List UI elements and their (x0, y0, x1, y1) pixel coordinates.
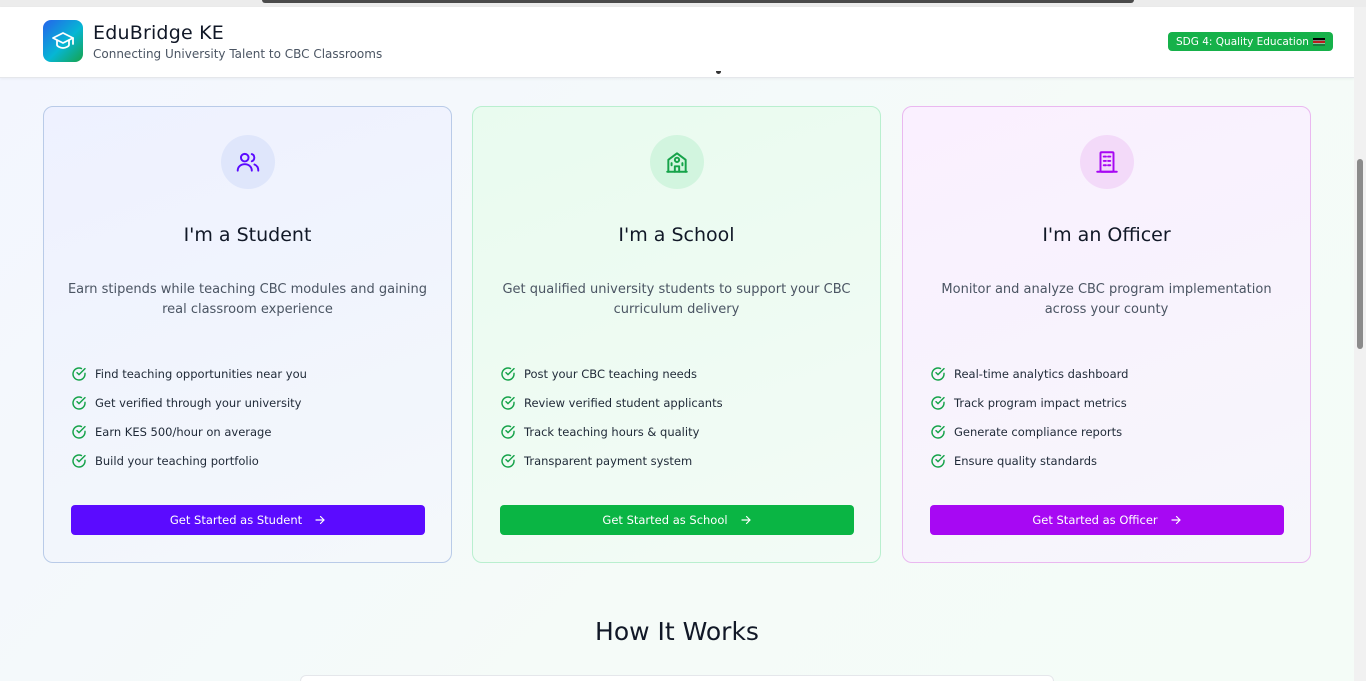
school-card-title: I'm a School (618, 224, 735, 246)
list-item: Track program impact metrics (930, 388, 1128, 417)
list-item: Generate compliance reports (930, 417, 1128, 446)
feature-label: Track program impact metrics (954, 395, 1127, 410)
list-item: Build your teaching portfolio (71, 446, 307, 475)
list-item: Earn KES 500/hour on average (71, 417, 307, 446)
check-circle-icon (931, 453, 945, 468)
check-circle-icon (501, 395, 515, 410)
arrow-right-icon (1171, 515, 1181, 525)
feature-label: Post your CBC teaching needs (524, 366, 698, 381)
check-circle-icon (501, 424, 515, 439)
site-header: EduBridge KE Connecting University Talen… (0, 7, 1354, 78)
school-building-icon (650, 135, 704, 189)
kenya-flag-icon (1312, 37, 1325, 46)
feature-label: Ensure quality standards (954, 453, 1098, 468)
feature-label: Generate compliance reports (954, 424, 1123, 439)
graduation-cap-icon[interactable] (43, 20, 83, 62)
school-card: I'm a School Get qualified university st… (472, 106, 881, 563)
users-icon (221, 135, 275, 189)
student-card-description: Earn stipends while teaching CBC modules… (67, 282, 428, 317)
list-item: Get verified through your university (71, 388, 307, 417)
check-circle-icon (501, 366, 515, 381)
feature-label: Transparent payment system (524, 453, 693, 468)
how-it-works-card (300, 675, 1054, 681)
feature-label: Earn KES 500/hour on average (95, 424, 272, 439)
school-feature-list: Post your CBC teaching needs Review veri… (500, 359, 723, 475)
feature-label: Review verified student applicants (524, 395, 723, 410)
student-card-title: I'm a Student (183, 224, 312, 246)
browser-top-strip (0, 0, 1366, 7)
check-circle-icon (72, 366, 86, 381)
browser-tab-indicator (262, 0, 1134, 3)
check-circle-icon (931, 395, 945, 410)
check-circle-icon (931, 424, 945, 439)
cta-label: Get Started as School (602, 513, 728, 527)
site-subtitle: Connecting University Talent to CBC Clas… (93, 47, 383, 61)
check-circle-icon (72, 453, 86, 468)
student-feature-list: Find teaching opportunities near you Get… (71, 359, 307, 475)
school-card-description: Get qualified university students to sup… (502, 282, 851, 317)
officer-card-description: Monitor and analyze CBC program implemen… (941, 282, 1272, 317)
student-card: I'm a Student Earn stipends while teachi… (43, 106, 452, 563)
office-building-icon (1080, 135, 1134, 189)
list-item: Ensure quality standards (930, 446, 1128, 475)
check-circle-icon (501, 453, 515, 468)
sdg-badge-label: SDG 4: Quality Education (1176, 35, 1309, 48)
section-title-peek (716, 71, 726, 77)
list-item: Real-time analytics dashboard (930, 359, 1128, 388)
get-started-student-button[interactable]: Get Started as Student (71, 505, 425, 535)
feature-label: Build your teaching portfolio (95, 453, 259, 468)
list-item: Transparent payment system (500, 446, 723, 475)
check-circle-icon (72, 424, 86, 439)
arrow-right-icon (315, 515, 325, 525)
list-item: Find teaching opportunities near you (71, 359, 307, 388)
arrow-right-icon (740, 515, 751, 525)
sdg-badge: SDG 4: Quality Education (1168, 32, 1333, 51)
check-circle-icon (931, 366, 945, 381)
check-circle-icon (72, 395, 86, 410)
feature-label: Find teaching opportunities near you (95, 366, 307, 381)
page-scrollbar[interactable] (1354, 7, 1366, 681)
feature-label: Get verified through your university (95, 395, 302, 410)
list-item: Track teaching hours & quality (500, 417, 723, 446)
list-item: Post your CBC teaching needs (500, 359, 723, 388)
get-started-officer-button[interactable]: Get Started as Officer (930, 505, 1284, 535)
scrollbar-thumb[interactable] (1357, 159, 1363, 349)
officer-feature-list: Real-time analytics dashboard Track prog… (930, 359, 1128, 475)
list-item: Review verified student applicants (500, 388, 723, 417)
feature-label: Real-time analytics dashboard (954, 366, 1129, 381)
how-it-works-heading: How It Works (595, 617, 759, 646)
site-title[interactable]: EduBridge KE (93, 22, 224, 44)
get-started-school-button[interactable]: Get Started as School (500, 505, 854, 535)
officer-card-title: I'm an Officer (1042, 224, 1171, 246)
feature-label: Track teaching hours & quality (524, 424, 700, 439)
cta-label: Get Started as Officer (1032, 513, 1158, 527)
officer-card: I'm an Officer Monitor and analyze CBC p… (902, 106, 1311, 563)
cta-label: Get Started as Student (169, 513, 303, 527)
